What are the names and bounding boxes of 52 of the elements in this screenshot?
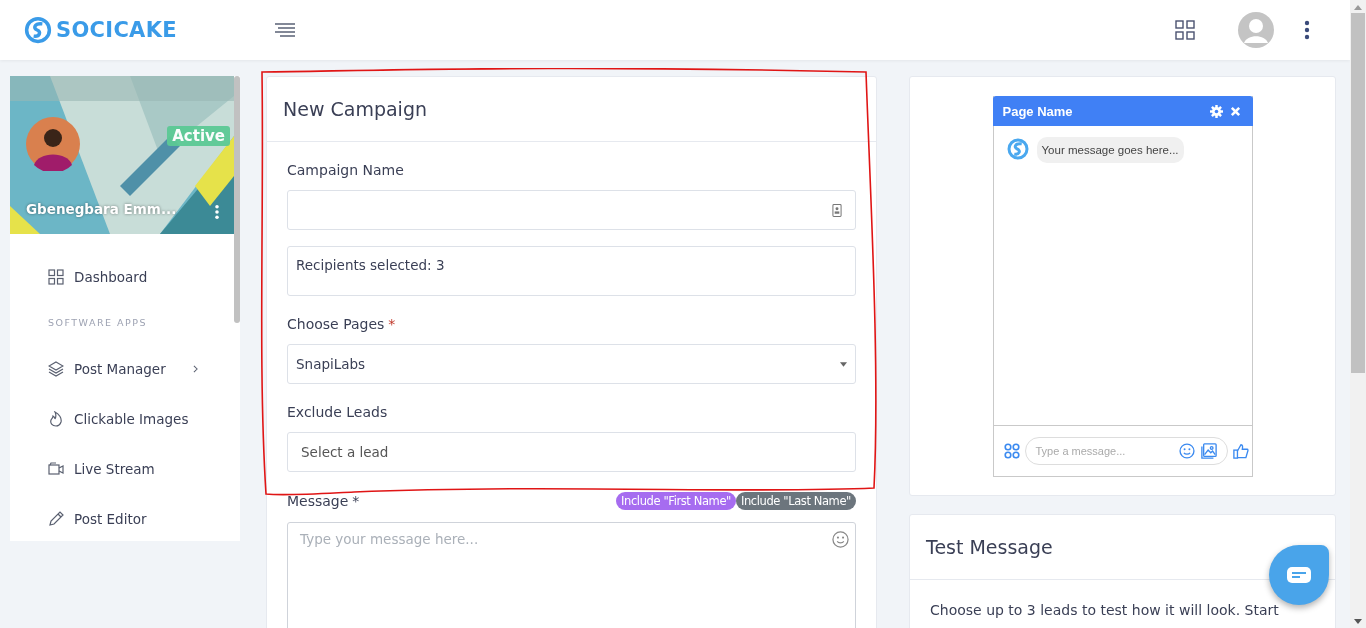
brand-name: SOCICAKE	[56, 18, 177, 42]
pages-dropdown[interactable]: SnapiLabs	[287, 344, 856, 384]
sidebar-item[interactable]: Live Stream	[48, 444, 198, 494]
settings-icon[interactable]	[1209, 104, 1223, 118]
chevron-icon	[193, 365, 198, 373]
scrollbar-thumb[interactable]	[1351, 13, 1365, 373]
field-label: Choose Pages	[287, 316, 385, 332]
contact-card-icon	[832, 203, 842, 217]
more-icon[interactable]	[214, 204, 220, 220]
scroll-up-icon[interactable]	[1354, 5, 1362, 10]
input-field[interactable]: Select a lead	[287, 432, 856, 472]
sidebar-item[interactable]: Clickable Images	[48, 394, 198, 444]
user-avatar-icon[interactable]	[1238, 12, 1274, 48]
recipients-count: Recipients selected: 3	[296, 257, 445, 273]
profile-avatar	[26, 117, 80, 171]
sidebar-item[interactable]: Dashboard	[48, 258, 198, 296]
status-badge: Active	[167, 126, 230, 146]
flame-icon	[48, 411, 64, 427]
field-label: Message	[287, 493, 349, 509]
sidebar-item[interactable]: Post Editor	[48, 494, 198, 544]
field-label: Campaign Name	[287, 162, 404, 178]
sidebar-item[interactable]: Post Manager	[48, 344, 198, 394]
logo-icon	[1005, 137, 1030, 161]
apps-icon[interactable]	[1003, 443, 1020, 459]
image-icon[interactable]	[1200, 443, 1217, 459]
field-label: Exclude Leads	[287, 404, 388, 420]
grid-icon	[48, 269, 64, 285]
insert-field-button[interactable]: Include "Last Name"	[735, 492, 856, 510]
emoji-icon[interactable]	[832, 531, 849, 548]
layers-icon	[48, 361, 64, 377]
apps-grid-icon[interactable]	[1175, 20, 1195, 40]
close-icon[interactable]	[1229, 105, 1241, 117]
card-title: New Campaign	[283, 98, 427, 120]
more-icon[interactable]	[1304, 20, 1310, 40]
test-message-text: Choose up to 3 leads to test how it will look. Start	[930, 602, 1280, 618]
section-heading: SOFTWARE APPS	[48, 315, 149, 330]
scroll-down-icon[interactable]	[1354, 619, 1362, 624]
menu-icon[interactable]	[274, 23, 295, 37]
message-bubble: Your message goes here...	[1036, 137, 1184, 163]
emoji-icon[interactable]	[1178, 443, 1195, 459]
scrollbar-thumb[interactable]	[234, 76, 240, 323]
thumbs-up-icon[interactable]	[1232, 443, 1249, 459]
caret-icon	[840, 361, 847, 367]
video-camera-icon	[48, 461, 64, 477]
required-mark: *	[388, 316, 396, 332]
chat-bubble-icon	[1287, 567, 1311, 583]
required-mark: *	[352, 493, 360, 509]
page-name: Page Name	[1002, 103, 1073, 119]
input-field[interactable]	[287, 190, 856, 230]
logo-icon	[24, 16, 52, 44]
pencil-icon	[48, 511, 64, 527]
card-title: Test Message	[926, 536, 1053, 558]
